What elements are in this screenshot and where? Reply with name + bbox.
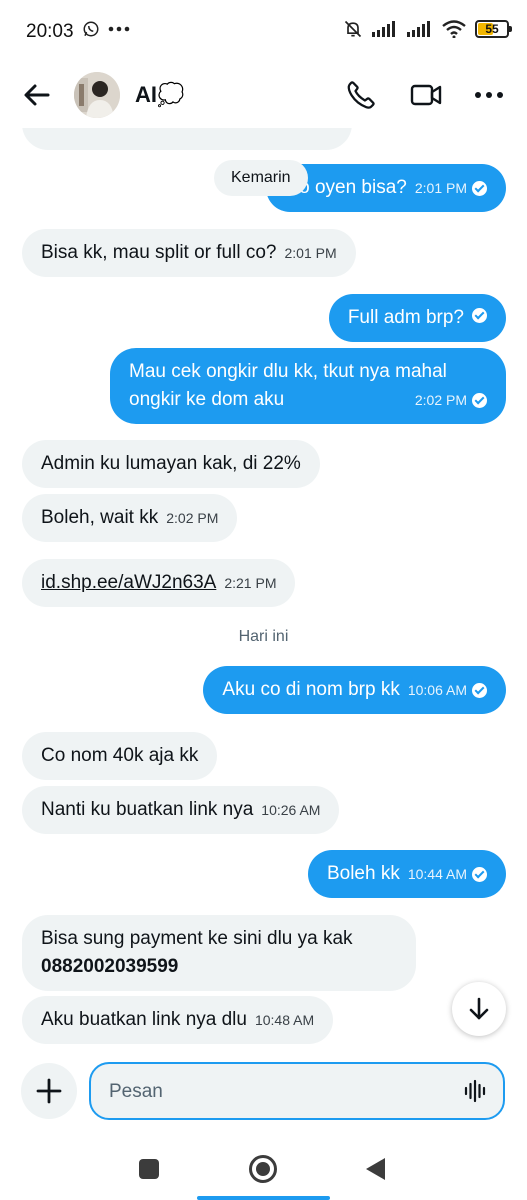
- message-bubble-partial: [22, 128, 352, 150]
- message-bubble[interactable]: id.shp.ee/aWJ2n63A 2:21 PM: [22, 559, 296, 607]
- voice-message-button[interactable]: [463, 1078, 489, 1104]
- date-pill: Kemarin: [214, 160, 308, 196]
- more-options-button[interactable]: [472, 78, 506, 112]
- message-bubble[interactable]: Boleh, wait kk 2:02 PM: [22, 494, 238, 542]
- message-time: 10:44 AM: [407, 866, 467, 882]
- message-bubble[interactable]: Aku co di nom brp kk 10:06 AM: [203, 666, 506, 714]
- add-attachment-button[interactable]: [21, 1063, 77, 1119]
- message-text: Co nom 40k aja kk: [41, 745, 199, 766]
- message-time: 2:02 PM: [414, 392, 467, 408]
- contact-name[interactable]: AI💭: [135, 82, 184, 108]
- whatsapp-icon: [83, 21, 99, 37]
- arrow-left-icon: [24, 84, 50, 106]
- composer: [0, 1050, 527, 1134]
- message-text: Bisa kk, mau split or full co?: [41, 242, 277, 263]
- message-time: 10:06 AM: [407, 682, 467, 698]
- message-time: 2:02 PM: [166, 510, 219, 526]
- date-separator: Hari ini: [238, 628, 289, 645]
- message-bubble[interactable]: Aku buatkan link nya dlu 10:48 AM: [22, 996, 334, 1044]
- message-time: 10:48 AM: [254, 1012, 315, 1028]
- more-dots-icon: [108, 26, 130, 32]
- message-link[interactable]: id.shp.ee/aWJ2n63A: [41, 572, 216, 593]
- system-back-button[interactable]: [366, 1158, 385, 1180]
- home-indicator: [197, 1196, 330, 1200]
- message-text: Nanti ku buatkan link nya: [41, 799, 254, 820]
- phone-icon: [347, 81, 375, 109]
- phone-number-text: 0882002039599: [41, 956, 179, 977]
- video-icon: [410, 84, 442, 106]
- status-time: 20:03: [26, 21, 74, 42]
- message-text: Boleh, wait kk: [41, 507, 159, 528]
- read-check-icon: [472, 392, 487, 408]
- read-check-icon: [472, 180, 487, 196]
- message-text: Admin ku lumayan kak, di 22%: [41, 453, 301, 474]
- message-bubble[interactable]: Mau cek ongkir dlu kk, tkut nya mahal on…: [110, 348, 506, 424]
- message-bubble[interactable]: Full adm brp?: [328, 294, 506, 342]
- message-time: 2:01 PM: [284, 245, 337, 261]
- home-icon: [256, 1162, 270, 1176]
- scroll-to-bottom-button[interactable]: [452, 982, 506, 1036]
- call-button[interactable]: [344, 78, 378, 112]
- battery-level: 55: [485, 22, 499, 36]
- message-bubble[interactable]: Bisa sung payment ke sini dlu ya kak 088…: [22, 915, 416, 991]
- message-list[interactable]: Kemarin Co oyen bisa? 2:01 PM Bisa kk, ma…: [0, 128, 527, 1050]
- message-time: 2:21 PM: [224, 575, 277, 591]
- arrow-down-icon: [469, 997, 489, 1020]
- wifi-icon: [442, 20, 466, 38]
- audio-waveform-icon: [464, 1079, 486, 1103]
- message-text: Bisa sung payment ke sini dlu ya kak: [41, 928, 353, 949]
- plus-icon: [36, 1078, 62, 1104]
- message-text: Full adm brp?: [347, 307, 464, 328]
- back-button[interactable]: [20, 79, 54, 111]
- message-text: Mau cek ongkir dlu kk, tkut nya mahal: [129, 361, 447, 382]
- more-icon: [475, 92, 503, 98]
- message-bubble[interactable]: Boleh kk 10:44 AM: [307, 850, 506, 898]
- message-bubble[interactable]: Nanti ku buatkan link nya 10:26 AM: [22, 786, 340, 834]
- message-input[interactable]: [109, 1078, 449, 1106]
- home-button[interactable]: [249, 1155, 277, 1183]
- signal-icon: [372, 21, 395, 37]
- read-check-icon: [472, 682, 487, 698]
- message-bubble[interactable]: Bisa kk, mau split or full co? 2:01 PM: [22, 229, 356, 277]
- message-text: ongkir ke dom aku: [129, 389, 285, 410]
- read-check-icon: [472, 866, 487, 882]
- battery-icon: 55: [475, 20, 512, 38]
- message-bubble[interactable]: Admin ku lumayan kak, di 22%: [22, 440, 320, 488]
- chat-header: AI💭: [0, 62, 527, 128]
- recents-button[interactable]: [139, 1159, 159, 1179]
- message-time: 10:26 AM: [261, 802, 321, 818]
- system-nav-bar: [0, 1134, 527, 1200]
- read-check-icon: [472, 308, 487, 323]
- signal-icon: [407, 21, 430, 37]
- message-time: 2:01 PM: [414, 180, 467, 196]
- video-call-button[interactable]: [408, 78, 444, 112]
- message-bubble[interactable]: Co nom 40k aja kk: [22, 732, 218, 780]
- bell-off-icon: [344, 20, 362, 38]
- message-text: Aku co di nom brp kk: [222, 679, 400, 700]
- status-bar: 20:03 55: [0, 0, 527, 62]
- message-text: Aku buatkan link nya dlu: [41, 1009, 247, 1030]
- avatar-image: [74, 72, 120, 118]
- message-text: Boleh kk: [326, 863, 400, 884]
- message-field[interactable]: [89, 1062, 505, 1120]
- avatar[interactable]: [74, 72, 120, 118]
